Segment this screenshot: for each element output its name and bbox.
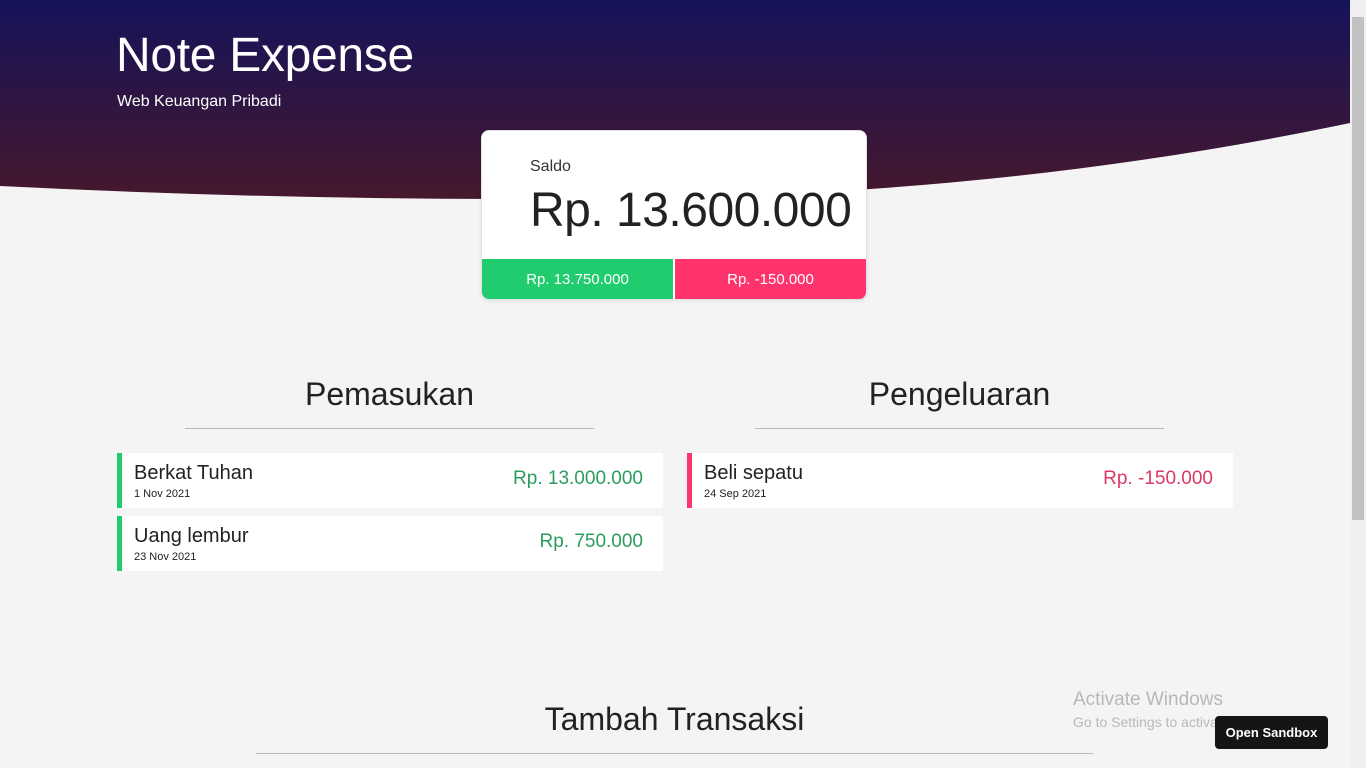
- income-divider: [185, 428, 594, 429]
- income-item-amount: Rp. 750.000: [539, 531, 643, 552]
- scrollbar-thumb[interactable]: [1352, 17, 1364, 520]
- income-item-name: Uang lembur: [134, 525, 249, 547]
- expense-divider: [755, 428, 1164, 429]
- expense-item-name: Beli sepatu: [704, 462, 803, 484]
- balance-amount: Rp. 13.600.000: [530, 184, 852, 237]
- app-subtitle: Web Keuangan Pribadi: [117, 93, 282, 110]
- total-expense-badge: Rp. -150.000: [675, 259, 866, 299]
- expense-heading: Pengeluaran: [868, 376, 1051, 412]
- income-item-name: Berkat Tuhan: [134, 462, 253, 484]
- total-income-badge: Rp. 13.750.000: [482, 259, 675, 299]
- expense-item[interactable]: Beli sepatu 24 Sep 2021 Rp. -150.000: [687, 453, 1233, 508]
- expense-list: Beli sepatu 24 Sep 2021 Rp. -150.000: [687, 453, 1233, 516]
- open-sandbox-button[interactable]: Open Sandbox: [1215, 716, 1328, 749]
- app-title: Note Expense: [116, 29, 414, 82]
- balance-label: Saldo: [530, 158, 571, 175]
- balance-card: Saldo Rp. 13.600.000 Rp. 13.750.000 Rp. …: [481, 130, 867, 300]
- income-item-date: 1 Nov 2021: [134, 488, 191, 500]
- page-scrollbar[interactable]: [1350, 0, 1366, 768]
- income-item-date: 23 Nov 2021: [134, 551, 197, 563]
- add-transaction-heading: Tambah Transaksi: [544, 701, 805, 737]
- expense-item-date: 24 Sep 2021: [704, 488, 767, 500]
- income-item[interactable]: Berkat Tuhan 1 Nov 2021 Rp. 13.000.000: [117, 453, 663, 508]
- income-item[interactable]: Uang lembur 23 Nov 2021 Rp. 750.000: [117, 516, 663, 571]
- watermark-title: Activate Windows: [1073, 689, 1223, 710]
- income-list: Berkat Tuhan 1 Nov 2021 Rp. 13.000.000 U…: [117, 453, 663, 579]
- balance-summary: Rp. 13.750.000 Rp. -150.000: [482, 259, 866, 299]
- expense-item-amount: Rp. -150.000: [1103, 468, 1213, 489]
- income-heading: Pemasukan: [305, 376, 474, 412]
- add-transaction-divider: [256, 753, 1093, 754]
- income-item-amount: Rp. 13.000.000: [513, 468, 643, 489]
